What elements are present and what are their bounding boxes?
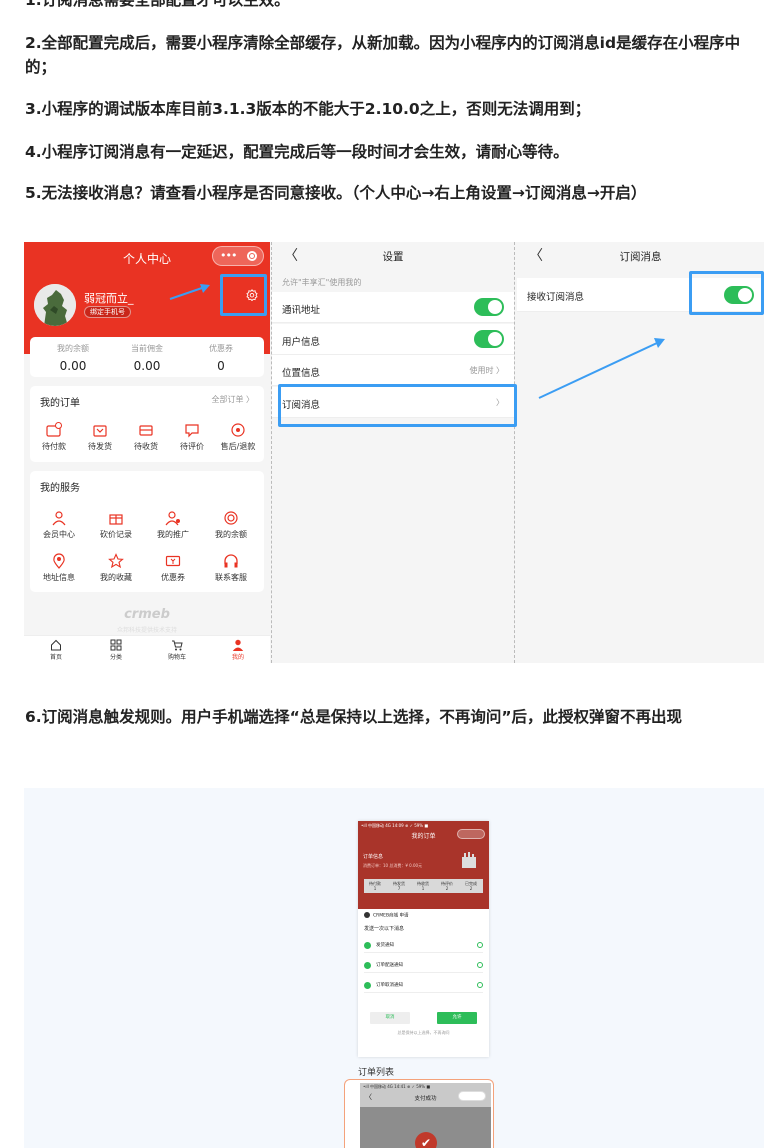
tab-pending-payment[interactable]: 待付款 1	[364, 881, 386, 891]
arrow-to-toggle	[538, 342, 658, 399]
info-icon[interactable]	[477, 982, 483, 988]
dialog-item-shipping[interactable]: 发货通知	[364, 939, 483, 953]
order-info-label: 订单信息	[363, 854, 384, 860]
note-3: 3.小程序的调试版本库目前3.1.3版本的不能大于2.10.0之上，否则无法调用…	[25, 100, 591, 118]
note-2: 2.全部配置完成后，需要小程序清除全部缓存，从新加载。因为小程序内的订阅消息id…	[25, 34, 741, 76]
pay-success-screen: •ıll 中国移动 4G 14:41 ⊕ ✓ 59% ■ 〈 支付成功 ✔	[360, 1083, 491, 1148]
dialog-subtitle: 发送一次以下消息	[364, 926, 405, 932]
info-icon[interactable]	[477, 962, 483, 968]
success-check-icon: ✔	[415, 1132, 437, 1148]
always-keep-checkbox[interactable]: 总是保持以上选择，不再询问	[358, 1030, 489, 1036]
dialog-cancel-button[interactable]: 取消	[370, 1012, 410, 1024]
tab-completed[interactable]: 已完成 2	[460, 881, 482, 891]
settings-screenshot: 个人中心 ••• 弱冠而立_ 绑定手机号 我的余额 0.00 当前佣金 0.00…	[24, 242, 764, 663]
arrow-to-gear	[169, 287, 203, 300]
subscribe-dialog: CRMEB商城 申请 发送一次以下消息 发货通知 订单配送通知 订单取消通知 取…	[358, 909, 489, 1057]
info-icon[interactable]	[477, 942, 483, 948]
checked-icon[interactable]	[364, 962, 371, 969]
phone-order-list: •ıll 中国移动 4G 14:09 ⊕ ✓ 59% ■ 我的订单 订单信息 消…	[358, 821, 489, 1057]
dialog-item-cancel[interactable]: 订单取消通知	[364, 979, 483, 993]
dialog-item-delivery[interactable]: 订单配送通知	[364, 959, 483, 973]
order-summary: 消费订单：10 总消费：¥ 0.00元	[363, 863, 423, 868]
tab-pending-review[interactable]: 待评价 2	[436, 881, 458, 891]
arrow-head-gear	[200, 284, 210, 293]
mini-capsule[interactable]	[458, 1091, 486, 1101]
order-list-caption: 订单列表	[358, 1068, 395, 1078]
subscribe-dialog-screenshot: •ıll 中国移动 4G 14:09 ⊕ ✓ 59% ■ 我的订单 订单信息 消…	[24, 788, 764, 1148]
pay-success-header: •ıll 中国移动 4G 14:41 ⊕ ✓ 59% ■ 〈 支付成功	[360, 1083, 491, 1107]
dialog-header: CRMEB商城 申请	[364, 912, 409, 919]
note-6: 6.订阅消息触发规则。用户手机端选择“总是保持以上选择，不再询问”后，此授权弹窗…	[25, 708, 683, 726]
note-5: 5.无法接收消息？请查看小程序是否同意接收。（个人中心→右上角设置→订阅消息→开…	[25, 184, 647, 202]
tab-pending-shipment[interactable]: 待发货 7	[388, 881, 410, 891]
mini-capsule[interactable]	[457, 829, 485, 839]
checked-icon[interactable]	[364, 942, 371, 949]
note-1: 1.订阅消息需要全部配置才可以生效。	[25, 0, 290, 9]
checked-icon[interactable]	[364, 982, 371, 989]
status-bar: •ıll 中国移动 4G 14:41 ⊕ ✓ 59% ■	[363, 1084, 431, 1089]
note-4: 4.小程序订阅消息有一定延迟，配置完成后等一段时间才会生效，请耐心等待。	[25, 143, 569, 161]
tab-pending-receipt[interactable]: 待收货 1	[412, 881, 434, 891]
phone-pay-success: •ıll 中国移动 4G 14:41 ⊕ ✓ 59% ■ 〈 支付成功 ✔	[344, 1079, 494, 1148]
status-bar: •ıll 中国移动 4G 14:09 ⊕ ✓ 59% ■	[361, 823, 429, 828]
dialog-allow-button[interactable]: 允许	[437, 1012, 477, 1024]
order-illustration-icon	[462, 852, 476, 868]
arrows-overlay	[169, 284, 665, 399]
order-status-tabs: 待付款 1 待发货 7 待收货 1 待评价 2 已完成 2	[364, 879, 483, 893]
